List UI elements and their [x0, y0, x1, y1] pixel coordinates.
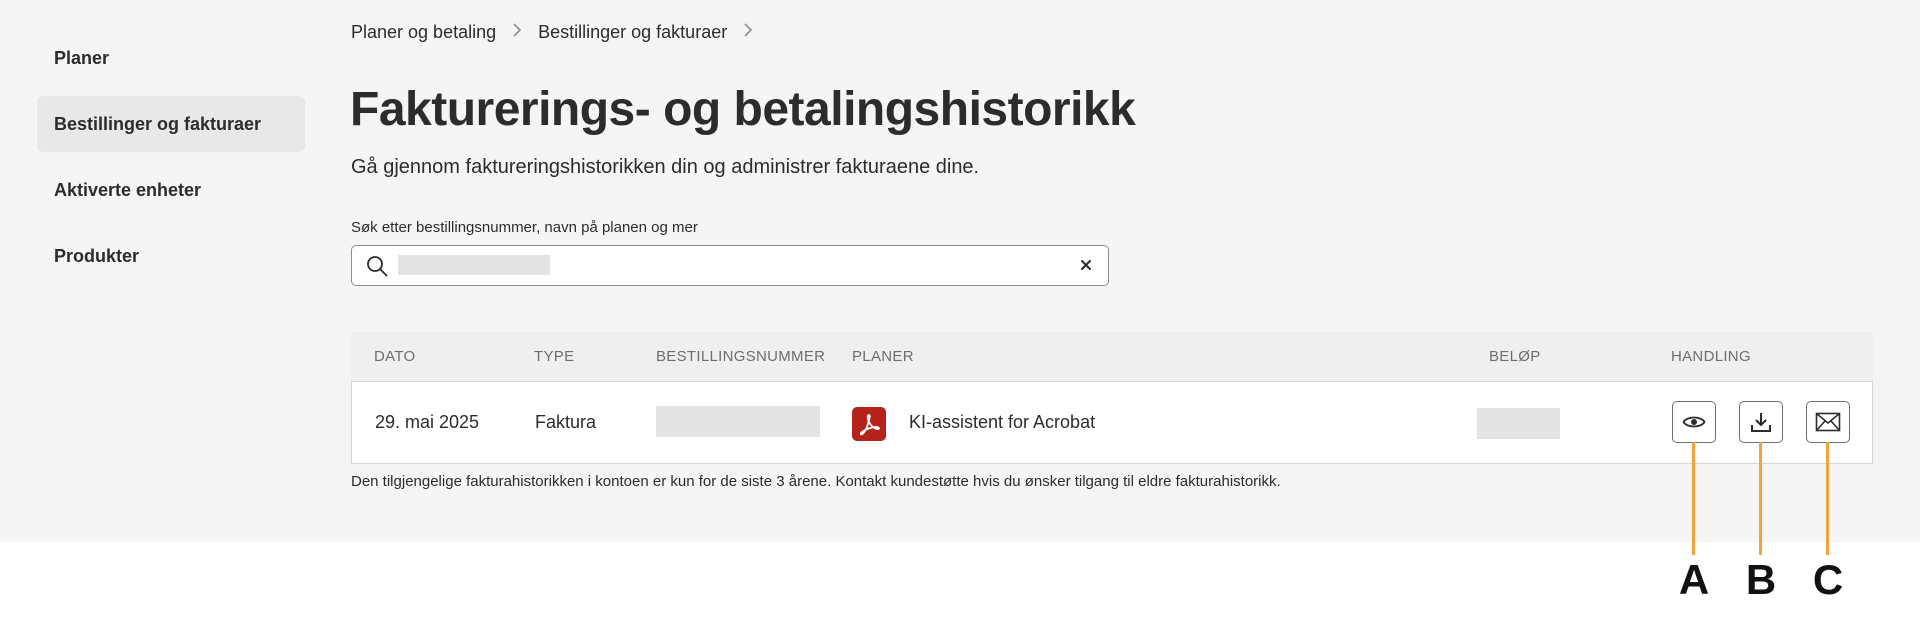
table-header: DATO TYPE BESTILLINGSNUMMER PLANER BELØP…	[351, 332, 1873, 382]
sidebar-item-orders-invoices[interactable]: Bestillinger og fakturaer	[37, 96, 305, 152]
row-date: 29. mai 2025	[375, 412, 480, 432]
close-icon[interactable]	[1078, 257, 1094, 273]
history-footnote: Den tilgjengelige fakturahistorikken i k…	[351, 473, 1281, 490]
table-row: 29. mai 2025 Faktura KI-assistent for Ac…	[351, 381, 1873, 464]
callout-label-b: B	[1745, 556, 1777, 603]
callout-line-a	[1692, 442, 1695, 555]
row-plan-name: KI-assistent for Acrobat	[909, 412, 1096, 432]
column-header-plans: PLANER	[852, 348, 914, 365]
breadcrumb-item-orders-invoices[interactable]: Bestillinger og fakturaer	[538, 22, 727, 43]
callout-line-b	[1759, 442, 1762, 555]
callout-label-a: A	[1678, 556, 1710, 603]
chevron-right-icon	[743, 23, 753, 42]
eye-icon	[1682, 416, 1706, 428]
content-panel: Planer Bestillinger og fakturaer Aktiver…	[0, 0, 1920, 542]
breadcrumb-item-plans-payment[interactable]: Planer og betaling	[351, 22, 496, 43]
row-order-number-redacted	[656, 406, 820, 437]
acrobat-pdf-icon	[852, 407, 886, 441]
page-root: Planer Bestillinger og fakturaer Aktiver…	[0, 0, 1920, 621]
column-header-type: TYPE	[534, 348, 575, 365]
row-type: Faktura	[535, 412, 597, 432]
column-header-amount: BELØP	[1489, 348, 1541, 365]
download-invoice-button[interactable]	[1739, 401, 1783, 443]
page-title: Fakturerings- og betalingshistorikk	[350, 83, 1136, 136]
sidebar-item-products[interactable]: Produkter	[37, 228, 305, 284]
breadcrumb: Planer og betaling Bestillinger og faktu…	[351, 22, 769, 43]
view-invoice-button[interactable]	[1672, 401, 1716, 443]
email-icon	[1815, 412, 1841, 432]
chevron-right-icon	[512, 23, 522, 42]
column-header-action: HANDLING	[1671, 348, 1751, 365]
sidebar-item-planer[interactable]: Planer	[37, 30, 305, 86]
search-input[interactable]	[398, 255, 550, 275]
search-label: Søk etter bestillingsnummer, navn på pla…	[351, 219, 698, 236]
column-header-order-number: BESTILLINGSNUMMER	[656, 348, 826, 365]
row-amount-redacted	[1477, 408, 1560, 439]
email-invoice-button[interactable]	[1806, 401, 1850, 443]
column-header-date: DATO	[374, 348, 416, 365]
callout-label-c: C	[1812, 556, 1844, 603]
page-subtitle: Gå gjennom faktureringshistorikken din o…	[351, 156, 980, 178]
sidebar-item-activated-devices[interactable]: Aktiverte enheter	[37, 162, 305, 218]
download-icon	[1751, 413, 1771, 432]
callout-line-c	[1826, 442, 1829, 555]
sidebar: Planer Bestillinger og fakturaer Aktiver…	[37, 30, 305, 294]
search-icon	[366, 255, 388, 277]
search-box	[351, 245, 1109, 286]
